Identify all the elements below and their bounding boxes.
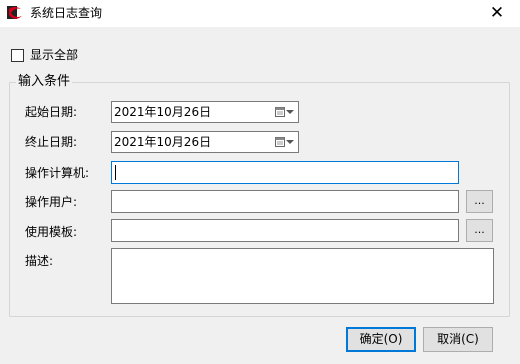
- chevron-down-icon[interactable]: [286, 110, 294, 114]
- end-date-picker[interactable]: 2021年10月26日: [111, 131, 299, 153]
- group-title: 输入条件: [16, 74, 73, 90]
- computer-input[interactable]: [111, 161, 459, 184]
- cancel-button[interactable]: 取消(C): [423, 327, 493, 352]
- calendar-icon[interactable]: [275, 107, 285, 117]
- end-date-value: 2021年10月26日: [114, 135, 212, 149]
- calendar-icon[interactable]: [275, 137, 285, 147]
- end-date-label: 终止日期:: [25, 135, 78, 149]
- browse-template-button[interactable]: ...: [466, 219, 493, 242]
- template-label: 使用模板:: [25, 225, 78, 239]
- start-date-label: 起始日期:: [25, 105, 78, 119]
- start-date-value: 2021年10月26日: [114, 105, 212, 119]
- template-input[interactable]: [111, 219, 459, 242]
- browse-user-button[interactable]: ...: [466, 190, 493, 213]
- description-label: 描述:: [25, 254, 54, 268]
- window-title: 系统日志查询: [30, 6, 103, 20]
- close-icon[interactable]: ✕: [474, 0, 520, 27]
- text-caret: [115, 165, 116, 180]
- description-textarea[interactable]: [111, 248, 494, 304]
- user-input[interactable]: [111, 190, 459, 213]
- app-logo-icon: [6, 4, 24, 22]
- user-label: 操作用户:: [25, 195, 78, 209]
- computer-label: 操作计算机:: [25, 166, 90, 180]
- chevron-down-icon[interactable]: [286, 140, 294, 144]
- title-bar: 系统日志查询 ✕: [0, 0, 520, 27]
- ok-button[interactable]: 确定(O): [346, 327, 416, 352]
- checkbox-box[interactable]: [11, 49, 24, 62]
- show-all-label: 显示全部: [30, 48, 79, 62]
- start-date-picker[interactable]: 2021年10月26日: [111, 101, 299, 123]
